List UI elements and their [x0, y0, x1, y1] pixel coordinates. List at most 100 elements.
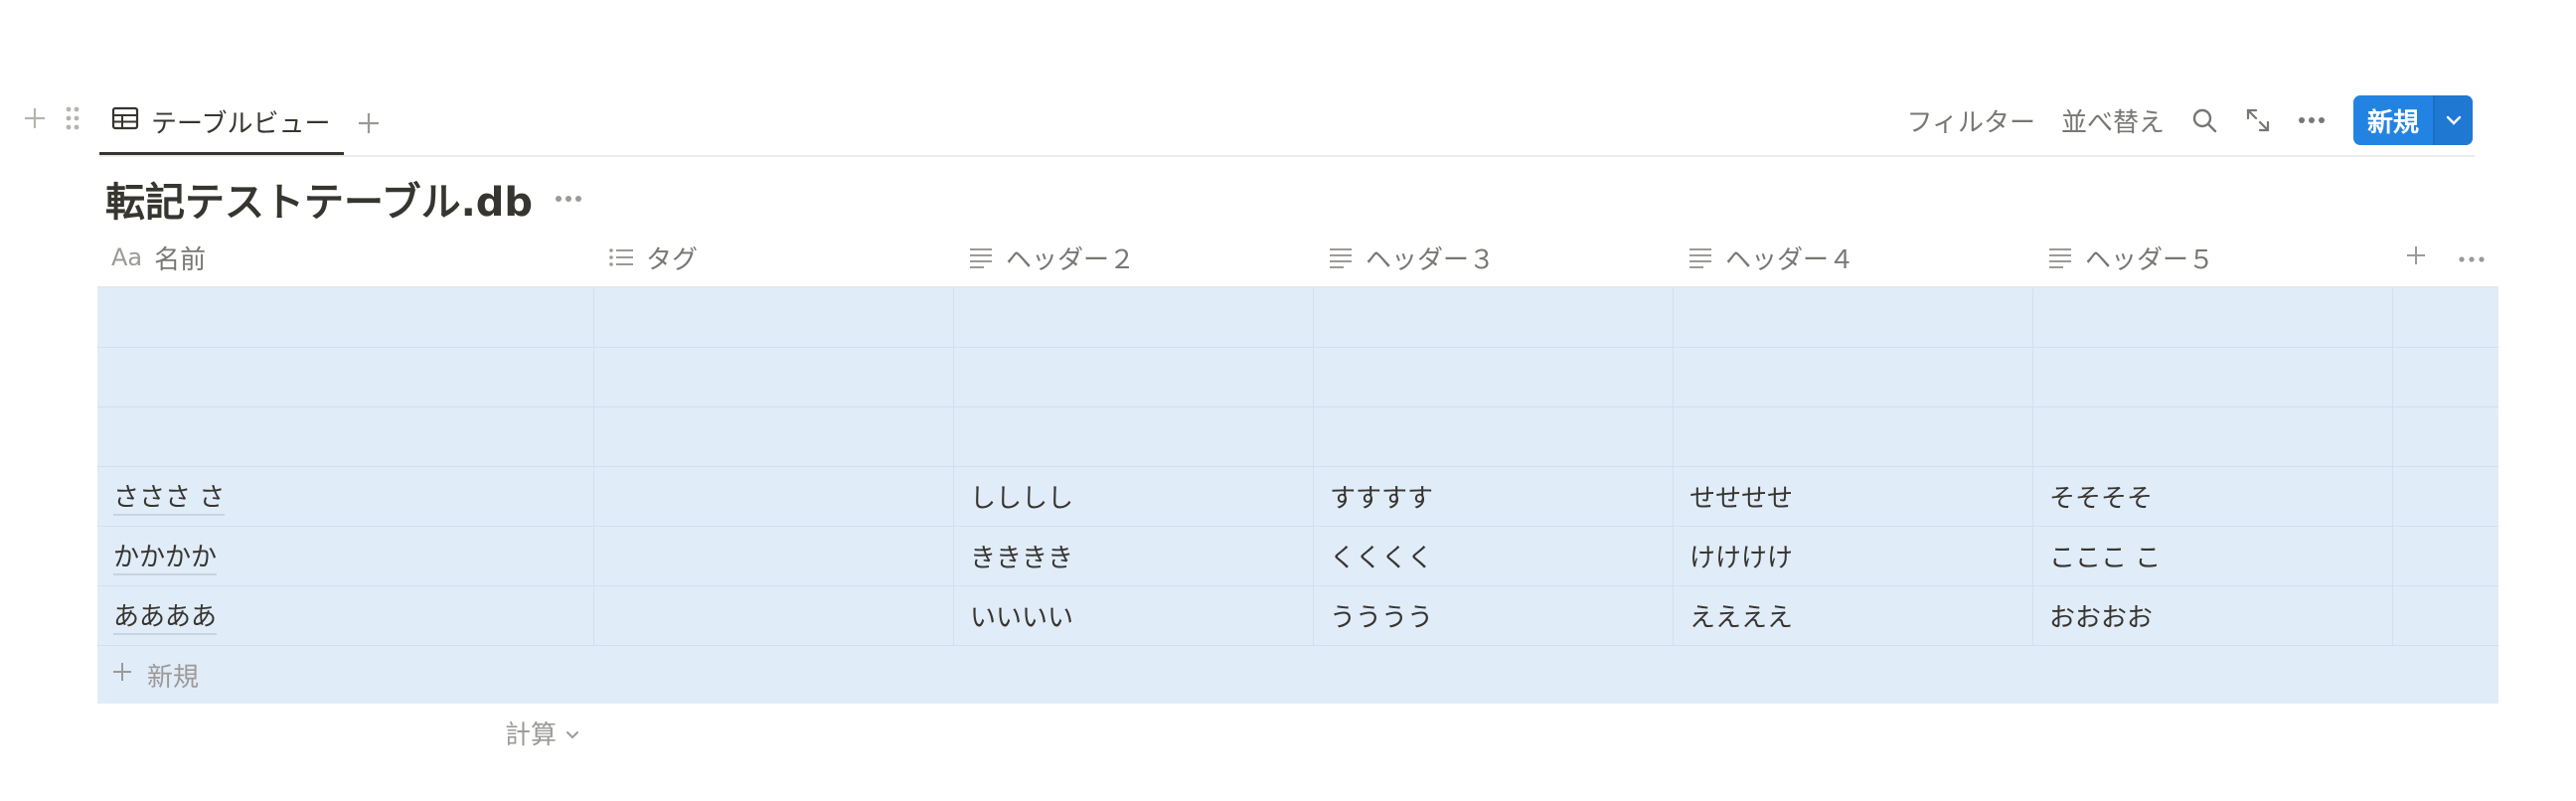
list-icon [608, 246, 634, 268]
cell-header4[interactable]: ええええ [1674, 586, 2033, 645]
column-header-tag[interactable]: タグ [594, 229, 954, 286]
table-row[interactable] [97, 407, 2498, 467]
column-header-label: ヘッダー４ [1725, 244, 1855, 275]
database-title[interactable]: 転記テストテーブル.db [105, 170, 533, 228]
cell-header5[interactable] [2033, 348, 2393, 406]
text-lines-icon [2047, 246, 2073, 268]
cell-spacer [2393, 348, 2498, 406]
tab-table-view-label: テーブルビュー [151, 109, 331, 139]
cell-tag[interactable] [594, 467, 954, 526]
cell-header2[interactable]: しししし [954, 467, 1314, 526]
column-header-5[interactable]: ヘッダー５ [2033, 229, 2393, 286]
sort-button[interactable]: 並べ替え [2061, 102, 2165, 139]
cell-header3[interactable] [1314, 348, 1674, 406]
database-table: Aa 名前 タグ ヘッダー２ ヘッダー３ ヘッダー４ ヘッダー５ さささ さ し… [97, 229, 2498, 761]
cell-tag[interactable] [594, 407, 954, 466]
cell-header4[interactable]: せせせせ [1674, 467, 2033, 526]
cell-name[interactable] [97, 407, 594, 466]
cell-header2[interactable]: いいいい [954, 586, 1314, 645]
cell-header5[interactable]: こここ こ [2033, 527, 2393, 585]
cell-text: こここ こ [2049, 544, 2162, 573]
cell-header5[interactable] [2033, 407, 2393, 466]
cell-header4[interactable] [1674, 288, 2033, 347]
new-button-label[interactable]: 新規 [2353, 95, 2433, 145]
table-row[interactable]: さささ さ しししし すすすす せせせせ そそそそ [97, 467, 2498, 527]
cell-text: かかかか [113, 537, 218, 575]
cell-header5[interactable] [2033, 288, 2393, 347]
cell-name[interactable] [97, 348, 594, 406]
column-header-label: ヘッダー５ [2085, 244, 2215, 275]
cell-name[interactable]: ああああ [97, 586, 594, 645]
view-toolbar: フィルター 並べ替え 新規 [1906, 94, 2473, 146]
database-view: テーブルビュー フィルター 並べ替え 新規 転記テストテーブル.db Aa 名前… [0, 0, 2576, 801]
add-column-icon[interactable] [2405, 244, 2427, 270]
cell-text: しししし [970, 484, 1074, 514]
calculate-label: 計算 [504, 720, 557, 750]
cell-header4[interactable]: けけけけ [1674, 527, 2033, 585]
table-row[interactable]: ああああ いいいい うううう ええええ おおおお [97, 586, 2498, 646]
cell-header2[interactable] [954, 288, 1314, 347]
cell-text: そそそそ [2049, 484, 2154, 514]
cell-spacer [2393, 288, 2498, 347]
table-icon [111, 106, 139, 137]
cell-name[interactable]: かかかか [97, 527, 594, 585]
add-row-button[interactable]: 新規 [97, 646, 2498, 704]
cell-tag[interactable] [594, 348, 954, 406]
add-block-icon[interactable] [22, 105, 48, 135]
title-more-icon[interactable] [555, 194, 582, 204]
cell-header2[interactable] [954, 407, 1314, 466]
drag-handle-icon[interactable] [64, 104, 81, 136]
cell-header3[interactable] [1314, 407, 1674, 466]
cell-text: けけけけ [1690, 544, 1794, 573]
table-header: Aa 名前 タグ ヘッダー２ ヘッダー３ ヘッダー４ ヘッダー５ [97, 229, 2498, 288]
column-header-name[interactable]: Aa 名前 [97, 229, 594, 286]
cell-spacer [2393, 527, 2498, 585]
cell-header3[interactable] [1314, 288, 1674, 347]
cell-spacer [2393, 467, 2498, 526]
block-handles [22, 99, 81, 141]
cell-spacer [2393, 407, 2498, 466]
column-header-2[interactable]: ヘッダー２ [954, 229, 1314, 286]
column-header-4[interactable]: ヘッダー４ [1674, 229, 2033, 286]
add-view-icon[interactable] [356, 110, 382, 136]
cell-header2[interactable] [954, 348, 1314, 406]
table-row[interactable] [97, 288, 2498, 348]
new-button: 新規 [2352, 95, 2473, 145]
calculate-button[interactable]: 計算 [97, 704, 594, 761]
chevron-down-icon[interactable] [2433, 95, 2473, 145]
filter-button[interactable]: フィルター [1906, 102, 2034, 139]
cell-text: おおおお [2049, 603, 2154, 633]
expand-icon[interactable] [2244, 106, 2272, 134]
table-row[interactable] [97, 348, 2498, 407]
cell-text: いいいい [970, 603, 1074, 633]
cell-header4[interactable] [1674, 348, 2033, 406]
cell-header2[interactable]: きききき [954, 527, 1314, 585]
column-more-icon[interactable] [2459, 248, 2485, 267]
column-header-label: タグ [646, 244, 699, 275]
tab-table-view[interactable]: テーブルビュー [99, 91, 345, 155]
table-row[interactable]: かかかか きききき くくくく けけけけ こここ こ [97, 527, 2498, 586]
cell-header4[interactable] [1674, 407, 2033, 466]
cell-header3[interactable]: うううう [1314, 586, 1674, 645]
table-body: さささ さ しししし すすすす せせせせ そそそそ かかかか きききき くくくく… [97, 288, 2498, 704]
more-icon[interactable] [2298, 115, 2326, 125]
cell-header5[interactable]: おおおお [2033, 586, 2393, 645]
search-icon[interactable] [2190, 106, 2218, 134]
column-header-label: ヘッダー２ [1006, 244, 1136, 275]
cell-text: くくくく [1330, 544, 1434, 573]
cell-tag[interactable] [594, 527, 954, 585]
cell-text: ええええ [1690, 603, 1794, 633]
add-row-label: 新規 [147, 662, 200, 693]
cell-tag[interactable] [594, 586, 954, 645]
view-tabs: テーブルビュー [99, 91, 382, 155]
cell-header3[interactable]: すすすす [1314, 467, 1674, 526]
column-header-3[interactable]: ヘッダー３ [1314, 229, 1674, 286]
cell-name[interactable]: さささ さ [97, 467, 594, 526]
title-row: 転記テストテーブル.db [105, 169, 582, 229]
cell-text: きききき [970, 544, 1074, 573]
cell-header3[interactable]: くくくく [1314, 527, 1674, 585]
cell-header5[interactable]: そそそそ [2033, 467, 2393, 526]
cell-name[interactable] [97, 288, 594, 347]
cell-text: うううう [1330, 603, 1434, 633]
cell-tag[interactable] [594, 288, 954, 347]
